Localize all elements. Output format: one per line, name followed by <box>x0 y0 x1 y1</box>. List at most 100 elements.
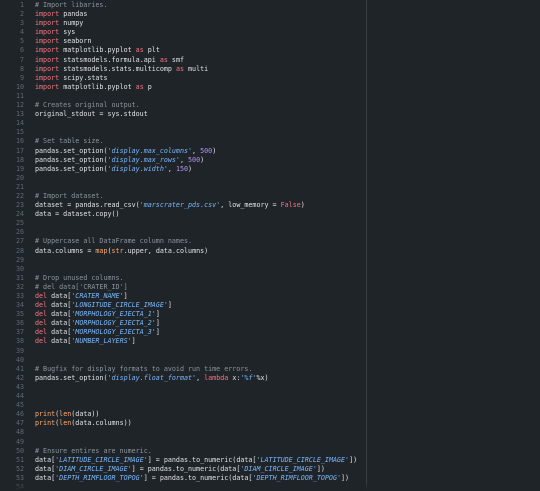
line-number: 31 <box>15 273 24 282</box>
code-text: data.columns = map(str.upper, data.colum… <box>35 247 540 256</box>
code-line[interactable]: 20 <box>0 174 540 183</box>
code-lines: 1 # Import libaries. 2 import pandas 3 import… <box>0 0 540 491</box>
code-line[interactable]: 35 del data['MORPHOLOGY_EJECTA_1'] <box>0 310 540 319</box>
code-line[interactable]: 28 data.columns = map(str.upper, data.col… <box>0 247 540 256</box>
code-token-number: 500 <box>200 146 213 155</box>
code-line[interactable]: 36 del data['MORPHOLOGY_EJECTA_2'] <box>0 319 540 328</box>
line-number: 32 <box>15 282 24 291</box>
line-number: 38 <box>15 337 24 346</box>
code-text: data['LATITUDE_CIRCLE_IMAGE'] = pandas.t… <box>35 456 540 465</box>
code-line[interactable]: 51 data['LATITUDE_CIRCLE_IMAGE'] = pandas… <box>0 456 540 465</box>
code-line[interactable]: 21 <box>0 183 540 192</box>
code-text: data = dataset.copy() <box>35 210 540 219</box>
code-line[interactable]: 41 # Bugfix for display formats to avoid … <box>0 365 540 374</box>
code-line[interactable]: 52 data['DIAM_CIRCLE_IMAGE'] = pandas.to_… <box>0 465 540 474</box>
code-line[interactable]: 40 <box>0 356 540 365</box>
code-text: import seaborn <box>35 37 540 46</box>
code-line[interactable]: 46 print(len(data)) <box>0 410 540 419</box>
code-line[interactable]: 45 <box>0 401 540 410</box>
code-editor[interactable]: 1 # Import libaries. 2 import pandas 3 import… <box>0 0 540 491</box>
code-token-comment: # Drop unused columns. <box>35 273 124 282</box>
code-token-string: 'display.float_format' <box>107 373 197 382</box>
code-line[interactable]: 24 data = dataset.copy() <box>0 210 540 219</box>
code-line[interactable]: 23 dataset = pandas.read_csv('marscrater_… <box>0 201 540 210</box>
line-number: 45 <box>15 401 24 410</box>
code-line[interactable]: 48 <box>0 428 540 437</box>
code-line[interactable]: 15 <box>0 128 540 137</box>
line-number: 29 <box>15 255 24 264</box>
bottom-fade <box>0 481 540 491</box>
code-token-default: dataset = pandas.read_csv( <box>35 201 140 210</box>
code-text: # Import libaries. <box>35 1 540 10</box>
code-line[interactable]: 11 <box>0 92 540 101</box>
code-token-default: ]) <box>316 464 325 473</box>
code-line[interactable]: 1 # Import libaries. <box>0 1 540 10</box>
line-number: 8 <box>19 64 24 73</box>
code-line[interactable]: 16 # Set table size. <box>0 137 540 146</box>
code-token-default: data[ <box>47 310 72 319</box>
code-line[interactable]: 6 import matplotlib.pyplot as plt <box>0 46 540 55</box>
code-line[interactable]: 17 pandas.set_option('display.max_columns… <box>0 147 540 156</box>
code-line[interactable]: 10 import matplotlib.pyplot as p <box>0 83 540 92</box>
code-line[interactable]: 12 # Creates original output. <box>0 101 540 110</box>
code-text: # Uppercase all DataFrame column names. <box>35 237 540 246</box>
code-line[interactable]: 13 original_stdout = sys.stdout <box>0 110 540 119</box>
code-line[interactable]: 44 <box>0 392 540 401</box>
code-line[interactable]: 19 pandas.set_option('display.width', 150… <box>0 165 540 174</box>
code-token-keyword: import <box>35 28 60 37</box>
code-token-default: .upper, data.columns) <box>123 246 209 255</box>
code-line[interactable]: 5 import seaborn <box>0 37 540 46</box>
code-token-default: data[ <box>47 328 72 337</box>
code-line[interactable]: 30 <box>0 265 540 274</box>
code-line[interactable]: 26 <box>0 228 540 237</box>
code-line[interactable]: 2 import pandas <box>0 10 540 19</box>
code-token-default: multi <box>184 64 209 73</box>
code-line[interactable]: 27 # Uppercase all DataFrame column names… <box>0 237 540 246</box>
line-number: 16 <box>15 137 24 146</box>
code-token-default: plt <box>143 46 160 55</box>
code-line[interactable]: 4 import sys <box>0 28 540 37</box>
line-number: 39 <box>15 346 24 355</box>
code-token-keyword: lambda <box>204 373 229 382</box>
code-line[interactable]: 32 # del data['CRATER_ID'] <box>0 283 540 292</box>
code-line[interactable]: 42 pandas.set_option('display.float_forma… <box>0 374 540 383</box>
code-token-default: data = dataset.copy() <box>35 210 120 219</box>
code-line[interactable]: 25 <box>0 219 540 228</box>
code-line[interactable]: 49 <box>0 438 540 447</box>
code-line[interactable]: 43 <box>0 383 540 392</box>
code-text: import matplotlib.pyplot as plt <box>35 46 540 55</box>
code-line[interactable]: 22 # Import dataset. <box>0 192 540 201</box>
code-text: import statsmodels.formula.api as smf <box>35 56 540 65</box>
line-number: 6 <box>19 46 24 55</box>
line-number: 44 <box>15 392 24 401</box>
code-line[interactable]: 39 <box>0 347 540 356</box>
code-line[interactable]: 18 pandas.set_option('display.max_rows', … <box>0 156 540 165</box>
code-line[interactable]: 8 import statsmodels.stats.multicomp as m… <box>0 65 540 74</box>
code-token-default: ) <box>212 146 217 155</box>
code-text: del data['LONGITUDE_CIRCLE_IMAGE'] <box>35 301 540 310</box>
code-line[interactable]: 9 import scipy.stats <box>0 74 540 83</box>
line-number: 51 <box>15 455 24 464</box>
code-line[interactable]: 29 <box>0 256 540 265</box>
code-line[interactable]: 31 # Drop unused columns. <box>0 274 540 283</box>
code-line[interactable]: 50 # Ensure entires are numeric. <box>0 447 540 456</box>
code-line[interactable]: 38 del data['NUMBER_LAYERS'] <box>0 337 540 346</box>
code-line[interactable]: 33 del data['CRATER_NAME'] <box>0 292 540 301</box>
code-text: # Ensure entires are numeric. <box>35 447 540 456</box>
code-token-comment: # Uppercase all DataFrame column names. <box>35 237 193 246</box>
line-number: 28 <box>15 246 24 255</box>
code-token-default: , low_memory = <box>220 201 281 210</box>
code-line[interactable]: 37 del data['MORPHOLOGY_EJECTA_3'] <box>0 328 540 337</box>
code-token-default: ] <box>167 301 172 310</box>
line-number: 34 <box>15 301 24 310</box>
code-line[interactable]: 14 <box>0 119 540 128</box>
code-line[interactable]: 47 print(len(data.columns)) <box>0 419 540 428</box>
code-line[interactable]: 7 import statsmodels.formula.api as smf <box>0 56 540 65</box>
code-line[interactable]: 3 import numpy <box>0 19 540 28</box>
code-token-comment: # Set table size. <box>35 137 104 146</box>
code-text: del data['MORPHOLOGY_EJECTA_2'] <box>35 319 540 328</box>
code-line[interactable]: 34 del data['LONGITUDE_CIRCLE_IMAGE'] <box>0 301 540 310</box>
